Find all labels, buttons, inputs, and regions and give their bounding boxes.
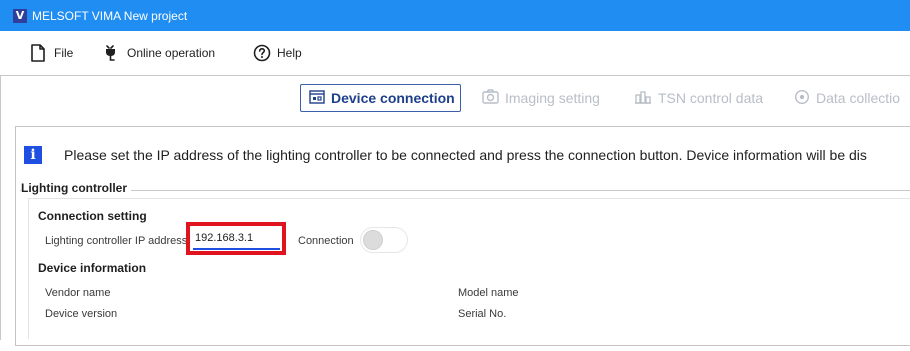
app-logo-icon: V xyxy=(13,8,27,23)
camera-icon xyxy=(482,89,499,107)
vendor-name-label: Vendor name xyxy=(45,287,111,299)
tab-imaging-setting-label: Imaging setting xyxy=(505,90,600,106)
tab-data-collection[interactable]: Data collectio xyxy=(794,84,900,112)
device-information-heading: Device information xyxy=(38,261,147,275)
menu-help[interactable]: Help xyxy=(253,41,302,65)
tab-data-collection-label: Data collectio xyxy=(816,90,901,106)
tab-device-connection-label: Device connection xyxy=(331,90,455,106)
left-divider xyxy=(0,76,1,340)
menu-help-label: Help xyxy=(277,46,302,60)
record-icon xyxy=(794,89,810,108)
connection-setting-heading: Connection setting xyxy=(38,209,147,223)
file-icon xyxy=(30,44,46,62)
menu-file[interactable]: File xyxy=(30,41,73,65)
menu-online-operation-label: Online operation xyxy=(127,46,216,60)
title-bar: V MELSOFT VIMA New project xyxy=(0,0,910,31)
tsn-control-icon xyxy=(634,89,652,107)
info-message: Please set the IP address of the lightin… xyxy=(64,147,867,163)
info-icon: i xyxy=(24,146,42,164)
model-name-label: Model name xyxy=(458,287,519,299)
device-version-label: Device version xyxy=(45,308,118,320)
ip-address-label: Lighting controller IP address xyxy=(45,235,188,247)
menu-file-label: File xyxy=(54,46,74,60)
connection-toggle[interactable] xyxy=(360,227,408,253)
menu-online-operation[interactable]: Online operation xyxy=(103,41,215,65)
ip-address-input[interactable] xyxy=(193,228,280,250)
device-connection-icon xyxy=(309,89,325,107)
serial-no-label: Serial No. xyxy=(458,308,507,320)
lighting-controller-title: Lighting controller xyxy=(21,181,131,195)
connection-label: Connection xyxy=(298,235,354,247)
help-icon xyxy=(253,44,271,62)
plug-icon xyxy=(103,44,119,62)
tab-tsn-control-data-label: TSN control data xyxy=(658,90,764,106)
toggle-knob xyxy=(363,230,383,250)
tab-imaging-setting[interactable]: Imaging setting xyxy=(482,84,600,112)
menu-bar: File Online operation Help xyxy=(0,31,910,76)
window-title: MELSOFT VIMA New project xyxy=(32,8,188,23)
tab-tsn-control-data[interactable]: TSN control data xyxy=(634,84,763,112)
tab-device-connection[interactable]: Device connection xyxy=(300,84,461,112)
